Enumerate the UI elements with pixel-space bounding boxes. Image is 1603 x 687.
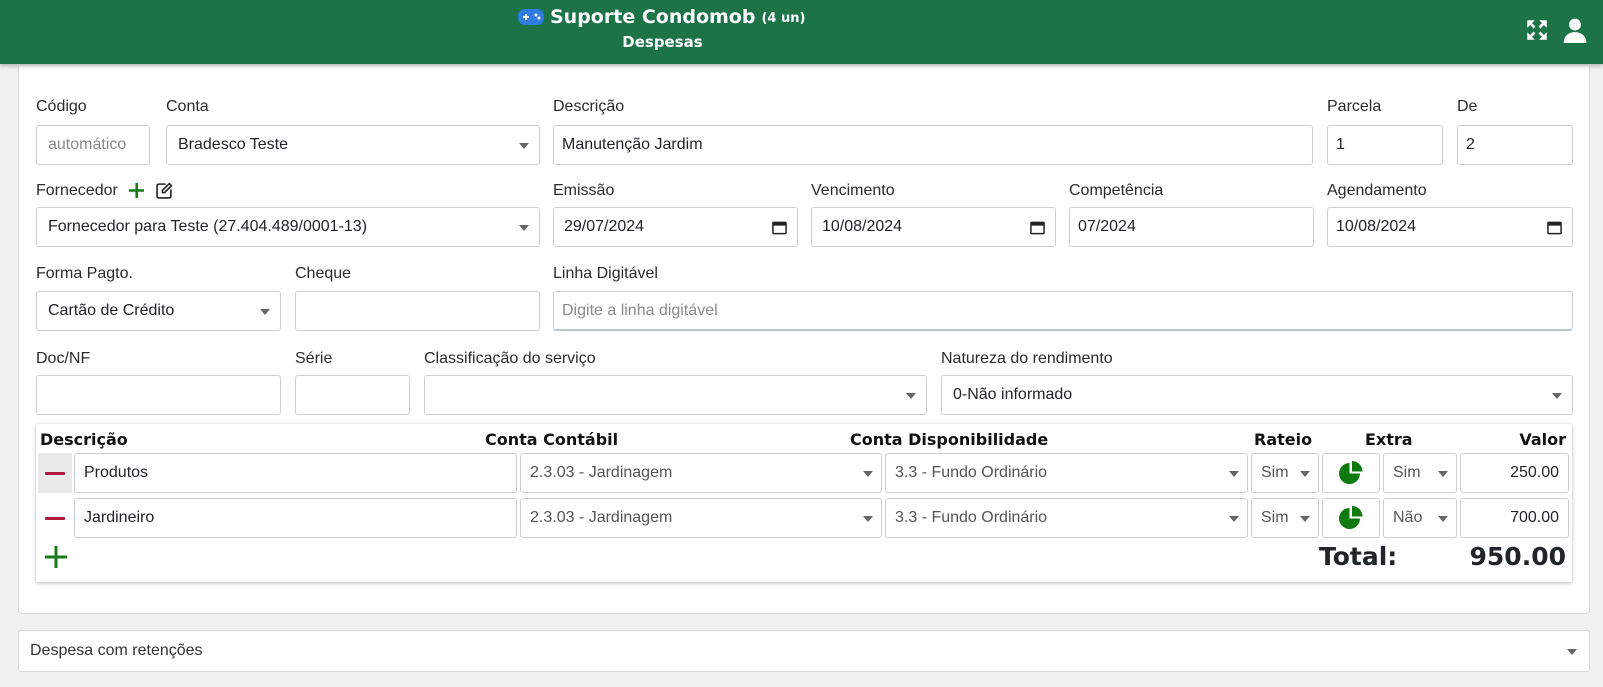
de-field[interactable]: 2: [1457, 125, 1573, 165]
calendar-icon[interactable]: [1547, 220, 1562, 235]
row-extra-select[interactable]: Sim: [1383, 453, 1457, 493]
remove-row-button[interactable]: [38, 498, 72, 538]
rateio-chart-button[interactable]: [1322, 498, 1380, 538]
vencimento-value: 10/08/2024: [822, 218, 903, 235]
row-descricao-field[interactable]: Produtos: [74, 453, 517, 493]
pie-chart-icon: [1339, 461, 1363, 484]
page-title: Despesas: [622, 33, 703, 51]
rateio-chart-button[interactable]: [1322, 453, 1380, 493]
vencimento-date-field[interactable]: 10/08/2024: [811, 207, 1056, 247]
gamepad-icon: [518, 9, 544, 25]
doc-nf-field[interactable]: [36, 375, 281, 415]
emissao-label: Emissão: [553, 182, 615, 199]
rateio-items-table: Descrição Conta Contábil Conta Disponibi…: [36, 424, 1572, 582]
col-conta-disponibilidade: Conta Disponibilidade: [850, 430, 1049, 449]
descricao-field[interactable]: Manutenção Jardim: [553, 125, 1313, 165]
row-extra-select[interactable]: Não: [1383, 498, 1457, 538]
doc-nf-label: Doc/NF: [36, 350, 91, 367]
units-count: (4 un): [761, 10, 806, 26]
conta-label: Conta: [166, 98, 209, 115]
emissao-value: 29/07/2024: [564, 218, 645, 235]
calendar-icon[interactable]: [772, 220, 787, 235]
linha-digitavel-field[interactable]: Digite a linha digitável: [553, 291, 1573, 331]
competencia-field[interactable]: 07/2024: [1069, 207, 1314, 247]
fullscreen-icon[interactable]: [1524, 17, 1550, 43]
calendar-icon[interactable]: [1030, 220, 1045, 235]
edit-fornecedor-icon[interactable]: [156, 182, 173, 199]
agendamento-label: Agendamento: [1327, 182, 1427, 199]
row-conta-disponibilidade-select[interactable]: 3.3 - Fundo Ordinário: [885, 498, 1248, 538]
row-valor-field[interactable]: 700.00: [1460, 498, 1569, 538]
row-conta-disponibilidade-select[interactable]: 3.3 - Fundo Ordinário: [885, 453, 1248, 493]
vencimento-label: Vencimento: [811, 182, 895, 199]
total-label: Total:: [1319, 542, 1398, 571]
cheque-field[interactable]: [295, 291, 540, 331]
col-conta-contabil: Conta Contábil: [485, 430, 619, 449]
serie-label: Série: [295, 350, 333, 367]
parcela-field[interactable]: 1: [1327, 125, 1443, 165]
codigo-field[interactable]: automático: [36, 125, 150, 165]
fornecedor-select[interactable]: Fornecedor para Teste (27.404.489/0001-1…: [36, 207, 540, 247]
top-bar: Suporte Condomob (4 un) Despesas: [0, 0, 1603, 64]
agendamento-date-field[interactable]: 10/08/2024: [1327, 207, 1573, 247]
total-value: 950.00: [1469, 542, 1566, 571]
row-descricao-field[interactable]: Jardineiro: [74, 498, 517, 538]
classificacao-label: Classificação do serviço: [424, 350, 596, 367]
minus-icon: [45, 516, 65, 520]
linha-digitavel-label: Linha Digitável: [553, 265, 658, 282]
forma-pagto-label: Forma Pagto.: [36, 265, 133, 282]
emissao-date-field[interactable]: 29/07/2024: [553, 207, 798, 247]
competencia-label: Competência: [1069, 182, 1164, 199]
row-conta-contabil-select[interactable]: 2.3.03 - Jardinagem: [520, 453, 882, 493]
codigo-label: Código: [36, 98, 87, 115]
expense-form-panel: Código automático Conta Bradesco Teste D…: [18, 66, 1590, 614]
row-conta-contabil-select[interactable]: 2.3.03 - Jardinagem: [520, 498, 882, 538]
minus-icon: [45, 471, 65, 475]
fornecedor-label-group: Fornecedor: [36, 182, 173, 200]
col-valor: Valor: [1519, 430, 1566, 449]
de-label: De: [1457, 98, 1478, 115]
pie-chart-icon: [1339, 506, 1363, 529]
parcela-label: Parcela: [1327, 98, 1382, 115]
add-row-icon[interactable]: [44, 545, 68, 569]
user-icon[interactable]: [1562, 17, 1588, 43]
col-descricao: Descrição: [40, 430, 128, 449]
remove-row-button[interactable]: [38, 453, 72, 493]
classificacao-select[interactable]: [424, 375, 927, 415]
row-rateio-select[interactable]: Sim: [1251, 453, 1319, 493]
serie-field[interactable]: [295, 375, 410, 415]
retencoes-select[interactable]: Despesa com retenções: [18, 630, 1590, 672]
descricao-label: Descrição: [553, 98, 625, 115]
conta-select[interactable]: Bradesco Teste: [166, 125, 540, 165]
forma-pagto-select[interactable]: Cartão de Crédito: [36, 291, 281, 331]
row-rateio-select[interactable]: Sim: [1251, 498, 1319, 538]
col-extra: Extra: [1365, 430, 1413, 449]
app-title: Suporte Condomob (4 un): [518, 4, 805, 30]
fornecedor-label: Fornecedor: [36, 182, 118, 199]
natureza-label: Natureza do rendimento: [941, 350, 1113, 367]
agendamento-value: 10/08/2024: [1336, 218, 1417, 235]
row-valor-field[interactable]: 250.00: [1460, 453, 1569, 493]
app-name: Suporte Condomob: [550, 6, 756, 28]
col-rateio: Rateio: [1254, 430, 1313, 449]
add-fornecedor-icon[interactable]: [129, 183, 145, 199]
natureza-select[interactable]: 0-Não informado: [941, 375, 1573, 415]
cheque-label: Cheque: [295, 265, 352, 282]
